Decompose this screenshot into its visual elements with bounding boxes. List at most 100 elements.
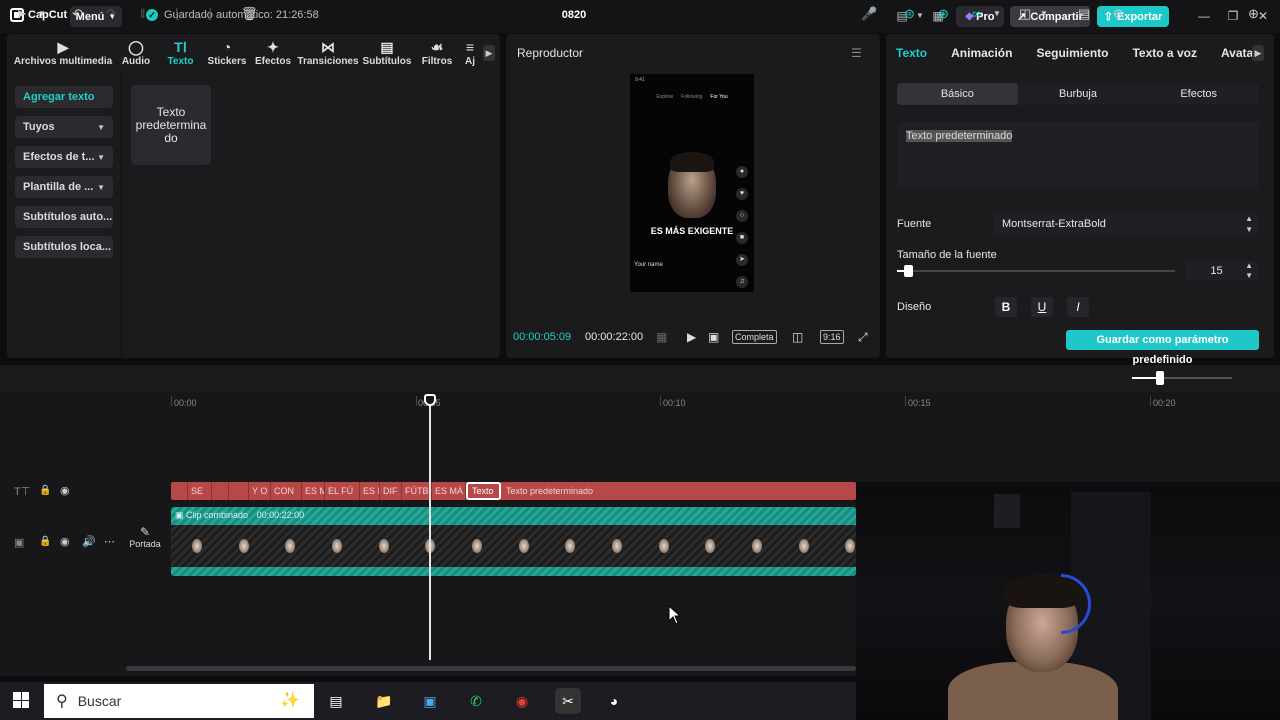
quality-button[interactable]: Completa <box>732 330 777 344</box>
timeline-scrollbar[interactable] <box>126 666 856 671</box>
tab-media[interactable]: ▶ Archivos multimedia <box>11 34 115 72</box>
tab-text-props[interactable]: Texto <box>896 46 927 60</box>
zoom-slider-handle[interactable] <box>1156 371 1164 385</box>
tab-text[interactable]: TⅠ Texto <box>157 34 204 72</box>
text-content-field[interactable]: Texto predeterminado <box>897 122 1259 188</box>
snapshot-icon[interactable]: ▣ <box>708 330 719 344</box>
chevron-down-icon[interactable]: ▼ <box>38 6 46 22</box>
split-icon[interactable]: ‖ <box>140 6 145 22</box>
font-select[interactable]: Montserrat-ExtraBold ▲ ▼ <box>993 213 1259 235</box>
text-clip[interactable] <box>212 482 229 500</box>
nav-local-subtitles[interactable]: Subtítulos loca... <box>15 236 113 258</box>
bold-button[interactable]: B <box>995 297 1017 317</box>
zoom-in-icon[interactable]: ⊕ <box>1248 6 1259 22</box>
tab-audio[interactable]: ◯ Audio <box>115 34 157 72</box>
tab-adjust[interactable]: ≡ Aj <box>460 34 480 72</box>
speaker-icon[interactable]: 🔊 <box>82 535 96 548</box>
play-icon[interactable]: ▶ <box>687 330 696 344</box>
subtab-basic[interactable]: Básico <box>897 83 1018 105</box>
chevron-right-icon[interactable]: ▶ <box>1252 45 1264 61</box>
obs-recorder-icon[interactable]: ◕ <box>601 688 627 714</box>
eye-icon[interactable]: ◉ <box>60 484 70 497</box>
tab-subtitles[interactable]: ▤ Subtítulos <box>360 34 414 72</box>
cover-button[interactable]: ✎ Portada <box>128 525 162 559</box>
tab-text-to-speech[interactable]: Texto a voz <box>1132 46 1196 60</box>
text-clip[interactable]: ES I <box>360 482 380 500</box>
text-clip[interactable]: Y O <box>249 482 271 500</box>
link-icon[interactable]: ∞ <box>972 6 981 22</box>
project-title[interactable]: 0820 <box>560 9 588 21</box>
selected-text-clip[interactable]: Texto <box>466 482 501 500</box>
preview-axis-icon[interactable]: ◫ <box>1019 6 1031 22</box>
crop-icon[interactable]: ◫ <box>792 330 803 344</box>
nav-templates[interactable]: Plantilla de ... ▼ <box>15 176 113 198</box>
nav-text-effects[interactable]: Efectos de t... ▼ <box>15 146 113 168</box>
default-text-card[interactable]: Texto predetermina do <box>131 85 211 165</box>
text-clip[interactable]: DIF <box>380 482 402 500</box>
hamburger-icon[interactable]: ☰ <box>851 46 862 60</box>
text-clip[interactable]: CON <box>271 482 302 500</box>
tab-filters[interactable]: ☙ Filtros <box>414 34 460 72</box>
font-size-slider-handle[interactable] <box>904 265 913 277</box>
tab-transitions[interactable]: ⋈ Transiciones <box>296 34 360 72</box>
chevron-down-icon[interactable]: ▼ <box>993 6 1001 22</box>
lock-icon[interactable]: 🔒 <box>39 536 51 547</box>
delete-icon[interactable]: 🗑 <box>241 6 258 22</box>
tab-effects[interactable]: ✦ Efectos <box>250 34 296 72</box>
eye-icon[interactable]: ◉ <box>60 535 70 548</box>
subtab-bubble[interactable]: Burbuja <box>1018 83 1139 105</box>
text-clip[interactable] <box>229 482 249 500</box>
video-preview[interactable]: 9:41 Explore Following For You ES MÁS EX… <box>630 74 754 292</box>
minimize-icon[interactable]: — <box>1195 8 1213 24</box>
taskbar-search[interactable]: ⚲ Buscar ✨ <box>44 684 314 718</box>
italic-button[interactable]: I <box>1067 297 1089 317</box>
chrome-icon[interactable]: ◉ <box>509 688 535 714</box>
split-left-icon[interactable]: ⌊ <box>175 6 180 22</box>
auto-snap-icon[interactable]: ⊛ <box>938 6 949 22</box>
timeline-grid-icon[interactable]: ▦ <box>656 330 667 344</box>
fullscreen-icon[interactable]: ⤢ <box>858 330 868 345</box>
capcut-taskbar-icon[interactable]: ✂ <box>555 688 581 714</box>
nav-auto-subtitles[interactable]: Subtítulos auto... <box>15 206 113 228</box>
playhead-line[interactable] <box>429 396 431 660</box>
text-clip[interactable]: SE <box>188 482 212 500</box>
subtab-effects[interactable]: Efectos <box>1138 83 1259 105</box>
nav-yours[interactable]: Tuyos ▼ <box>15 116 113 138</box>
chevron-right-icon[interactable]: ▶ <box>483 45 495 61</box>
chevron-down-icon[interactable]: ▼ <box>1040 6 1048 22</box>
text-clip[interactable]: EL FÚ <box>325 482 360 500</box>
tab-tracking[interactable]: Seguimiento <box>1036 46 1108 60</box>
store-icon[interactable]: ▣ <box>417 688 443 714</box>
main-track-magnet-icon[interactable]: ⊜ <box>904 6 915 22</box>
save-preset-button[interactable]: Guardar como parámetro predefinido <box>1066 330 1259 366</box>
text-clip[interactable] <box>171 482 188 500</box>
aspect-ratio-button[interactable]: 9:16 <box>820 330 844 344</box>
select-cursor-icon[interactable]: ➤ <box>16 6 27 22</box>
maximize-icon[interactable]: ❐ <box>1224 8 1242 24</box>
text-clip[interactable]: Texto predeterminado <box>503 482 856 500</box>
tab-animation[interactable]: Animación <box>951 46 1012 60</box>
text-track[interactable]: SE Y O CON ES M EL FÚ ES I DIF FÚTB ES M… <box>171 482 856 500</box>
more-icon[interactable]: ⋯ <box>104 535 115 548</box>
fit-timeline-icon[interactable]: ▤ <box>1078 6 1090 22</box>
nav-add-text[interactable]: Agregar texto <box>15 86 113 108</box>
file-explorer-icon[interactable]: 📁 <box>371 688 397 714</box>
windows-start-icon[interactable] <box>13 692 29 708</box>
text-clip[interactable]: FÚTB <box>402 482 432 500</box>
font-size-input[interactable]: 15 ▲ ▼ <box>1186 261 1259 281</box>
split-right-icon[interactable]: ⌋ <box>207 6 212 22</box>
export-button[interactable]: ⇧ Exportar <box>1097 6 1169 27</box>
tab-stickers[interactable]: ◔ Stickers <box>204 34 250 72</box>
text-clip[interactable]: ES M <box>302 482 325 500</box>
microphone-icon[interactable]: 🎤 <box>861 6 877 22</box>
whatsapp-icon[interactable]: ✆ <box>463 688 489 714</box>
task-view-icon[interactable]: ▤ <box>323 688 349 714</box>
underline-button[interactable]: U <box>1031 297 1053 317</box>
text-clip[interactable]: ES MÁ <box>432 482 466 500</box>
font-size-slider[interactable] <box>897 270 1175 272</box>
zoom-out-icon[interactable]: ⊖ <box>1113 6 1124 22</box>
playhead-handle[interactable] <box>424 394 436 406</box>
lock-icon[interactable]: 🔒 <box>39 485 51 496</box>
video-clip[interactable]: ▣ Clip combinado 00:00:22:00 <box>171 507 856 576</box>
undo-icon[interactable]: ↶ <box>72 6 83 22</box>
